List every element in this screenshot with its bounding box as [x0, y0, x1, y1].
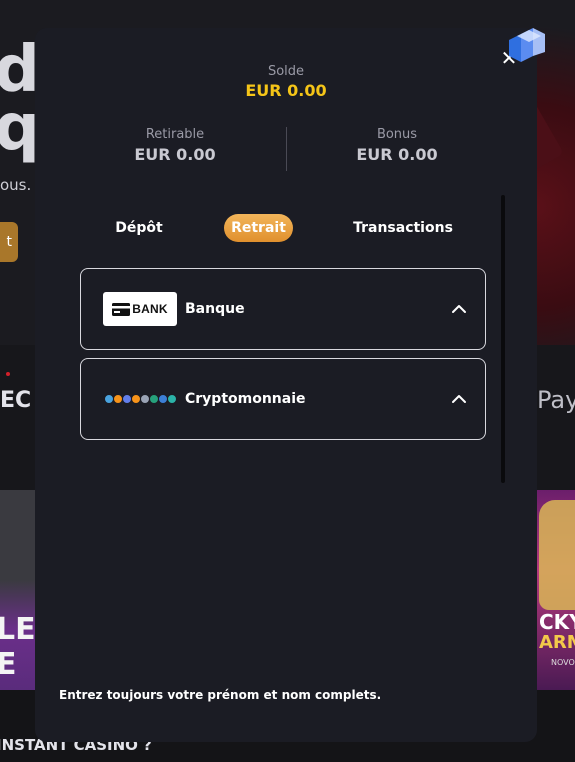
balance-label: Solde	[267, 64, 305, 79]
bank-logo-text: BANK	[132, 302, 168, 316]
balance-value: EUR 0.00	[245, 81, 327, 100]
bonus-section: Bonus EUR 0.00	[297, 127, 497, 164]
chevron-up-icon[interactable]	[449, 299, 469, 319]
payment-method-crypto[interactable]: Cryptomonnaie	[80, 358, 486, 440]
wallet-modal: ✕ Solde EUR 0.00 Retirable EUR 0.00 Bonu…	[35, 28, 537, 742]
payment-method-bank-label: Banque	[185, 301, 245, 317]
withdrawable-label: Retirable	[145, 127, 205, 142]
payment-method-crypto-label: Cryptomonnaie	[185, 391, 306, 407]
bonus-label: Bonus	[376, 127, 418, 142]
game-tile-left[interactable]: LE E	[0, 490, 36, 690]
crypto-coins-icon	[104, 391, 178, 407]
brand-logo-icon	[509, 28, 545, 62]
withdrawable-value: EUR 0.00	[134, 145, 216, 164]
hero-cta-label: t	[6, 234, 13, 250]
game-tile-character	[539, 500, 575, 610]
chevron-up-icon[interactable]	[449, 389, 469, 409]
scrollbar[interactable]	[501, 195, 505, 483]
tab-withdraw[interactable]: Retrait	[224, 214, 293, 242]
tab-deposit[interactable]: Dépôt	[105, 214, 173, 242]
coin-icon	[167, 394, 177, 404]
game-tile-left-title: LE E	[0, 612, 36, 682]
name-reminder-note: Entrez toujours votre prénom et nom comp…	[59, 688, 382, 702]
balance-section: Solde EUR 0.00	[35, 64, 537, 100]
game-tile-right[interactable]: CKY ARM NOVO	[537, 490, 575, 690]
divider	[286, 127, 287, 171]
tab-transactions[interactable]: Transactions	[349, 214, 457, 242]
balance-breakdown: Retirable EUR 0.00 Bonus EUR 0.00	[35, 127, 537, 173]
payment-method-bank[interactable]: BANK Banque	[80, 268, 486, 350]
wallet-tabs: Dépôt Retrait Transactions	[35, 214, 537, 242]
bank-logo: BANK	[103, 292, 177, 326]
bonus-value: EUR 0.00	[356, 145, 438, 164]
indicator-dot	[6, 372, 10, 376]
game-tile-right-title-1: CKY	[539, 610, 575, 634]
bank-card-icon	[112, 302, 131, 316]
game-tile-right-title-2: ARM	[539, 632, 575, 653]
hero-subtext: ous.	[0, 176, 32, 194]
game-tile-right-provider: NOVO	[551, 658, 575, 667]
promo-band-right-text: Pay	[537, 386, 575, 414]
hero-cta-button[interactable]: t	[0, 222, 18, 262]
withdrawable-section: Retirable EUR 0.00	[75, 127, 275, 164]
